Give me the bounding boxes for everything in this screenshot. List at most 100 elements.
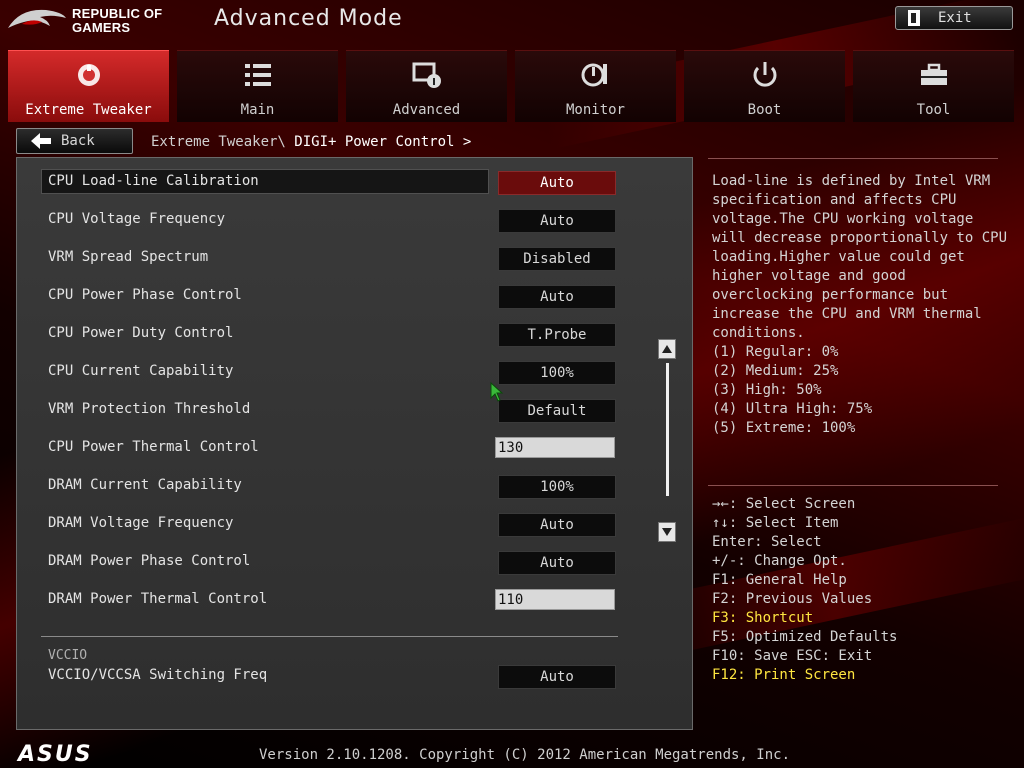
help-level-item: (4) Ultra High: 75% xyxy=(712,401,873,417)
setting-value-dropdown[interactable]: Auto xyxy=(498,285,616,309)
setting-label: VRM Protection Threshold xyxy=(48,401,251,417)
tab-bar: Extreme Tweaker Main Advanced Monitor Bo… xyxy=(8,50,1016,122)
tab-label: Advanced xyxy=(392,102,461,118)
exit-button[interactable]: Exit xyxy=(895,6,1013,30)
tab-extreme-tweaker[interactable]: Extreme Tweaker xyxy=(8,50,169,122)
breadcrumb-path[interactable]: Extreme Tweaker\ xyxy=(151,134,286,150)
setting-value-input[interactable] xyxy=(495,589,615,610)
tab-tool[interactable]: Tool xyxy=(853,50,1014,122)
monitor-icon xyxy=(581,63,607,87)
exit-door-icon xyxy=(908,10,920,26)
setting-row-cpu-power-thermal-control[interactable]: CPU Power Thermal Control xyxy=(41,435,615,461)
help-levels: (1) Regular: 0% (2) Medium: 25% (3) High… xyxy=(712,343,872,438)
setting-value-dropdown[interactable]: T.Probe xyxy=(498,323,616,347)
help-level-item: (3) High: 50% xyxy=(712,382,822,398)
setting-row-cpu-power-duty-control[interactable]: CPU Power Duty Control T.Probe xyxy=(41,321,616,347)
key-hint: Enter: Select xyxy=(712,534,822,550)
setting-label: DRAM Voltage Frequency xyxy=(48,515,234,531)
brand-line2: GAMERS xyxy=(72,20,131,35)
scrollbar-track[interactable] xyxy=(666,363,669,496)
help-level-item: (1) Regular: 0% xyxy=(712,344,839,360)
exit-label: Exit xyxy=(938,10,972,26)
setting-value-dropdown[interactable]: Auto xyxy=(498,513,616,537)
setting-value-dropdown[interactable]: Auto xyxy=(498,171,616,195)
setting-label: CPU Current Capability xyxy=(48,363,234,379)
rog-eye-icon xyxy=(8,9,66,28)
tab-monitor[interactable]: Monitor xyxy=(515,50,676,122)
triangle-down-icon xyxy=(662,528,672,536)
setting-row-dram-voltage-frequency[interactable]: DRAM Voltage Frequency Auto xyxy=(41,511,616,537)
asus-logo: ASUS xyxy=(18,742,93,767)
help-divider xyxy=(708,485,998,486)
breadcrumb: Extreme Tweaker\ DIGI+ Power Control > xyxy=(151,134,471,150)
tab-label: Main xyxy=(240,102,275,118)
key-hint: +/-: Change Opt. xyxy=(712,553,847,569)
setting-value-dropdown[interactable]: 100% xyxy=(498,475,616,499)
tab-main[interactable]: Main xyxy=(177,50,338,122)
tab-label: Extreme Tweaker xyxy=(25,102,152,118)
setting-value-dropdown[interactable]: Auto xyxy=(498,665,616,689)
key-hint: F5: Optimized Defaults xyxy=(712,629,898,645)
tab-label: Monitor xyxy=(565,102,625,118)
power-icon xyxy=(753,62,777,87)
setting-value-dropdown[interactable]: Disabled xyxy=(498,247,616,271)
setting-label: VCCIO/VCCSA Switching Freq xyxy=(48,667,268,683)
header: REPUBLIC OF GAMERS Advanced Mode Exit xyxy=(0,0,1024,44)
setting-row-dram-power-thermal-control[interactable]: DRAM Power Thermal Control xyxy=(41,587,615,613)
setting-row-vrm-protection-threshold[interactable]: VRM Protection Threshold Default xyxy=(41,397,616,423)
brand-line1: REPUBLIC OF xyxy=(72,6,163,21)
key-hint: F10: Save ESC: Exit xyxy=(712,648,873,664)
help-divider xyxy=(708,158,998,159)
back-label: Back xyxy=(61,133,95,149)
tab-label: Tool xyxy=(916,102,951,118)
scroll-up-button[interactable] xyxy=(658,339,676,359)
breadcrumb-current: DIGI+ Power Control > xyxy=(294,134,472,150)
list-icon xyxy=(245,64,271,86)
setting-row-cpu-current-capability[interactable]: CPU Current Capability 100% xyxy=(41,359,616,385)
setting-row-cpu-load-line-calibration[interactable]: CPU Load-line Calibration Auto xyxy=(41,169,616,195)
rog-logo: REPUBLIC OF GAMERS xyxy=(6,4,178,38)
tab-boot[interactable]: Boot xyxy=(684,50,845,122)
tab-advanced[interactable]: Advanced xyxy=(346,50,507,122)
tab-label: Boot xyxy=(747,102,782,118)
setting-label: DRAM Current Capability xyxy=(48,477,242,493)
key-hint-shortcut[interactable]: F3: Shortcut xyxy=(712,609,897,628)
section-header: VCCIO xyxy=(48,648,88,663)
key-hint-print-screen[interactable]: F12: Print Screen xyxy=(712,666,897,685)
setting-row-cpu-voltage-frequency[interactable]: CPU Voltage Frequency Auto xyxy=(41,207,616,233)
setting-value-dropdown[interactable]: Auto xyxy=(498,209,616,233)
settings-panel: CPU Load-line Calibration Auto CPU Volta… xyxy=(16,157,693,730)
setting-row-dram-current-capability[interactable]: DRAM Current Capability 100% xyxy=(41,473,616,499)
key-hint: F1: General Help xyxy=(712,572,847,588)
key-hint: ↑↓: Select Item xyxy=(712,515,839,531)
extreme-tweaker-icon xyxy=(78,64,100,86)
setting-value-input[interactable] xyxy=(495,437,615,458)
setting-label: DRAM Power Phase Control xyxy=(48,553,251,569)
advanced-icon xyxy=(412,62,441,88)
setting-row-vrm-spread-spectrum[interactable]: VRM Spread Spectrum Disabled xyxy=(41,245,616,271)
help-description: Load-line is defined by Intel VRM specif… xyxy=(712,173,1008,341)
setting-label: CPU Load-line Calibration xyxy=(48,173,259,189)
help-level-item: (5) Extreme: 100% xyxy=(712,420,856,436)
setting-value-dropdown[interactable]: Default xyxy=(498,399,616,423)
help-level-item: (2) Medium: 25% xyxy=(712,363,839,379)
section-divider xyxy=(41,636,618,637)
setting-label: DRAM Power Thermal Control xyxy=(48,591,268,607)
version-text: Version 2.10.1208. Copyright (C) 2012 Am… xyxy=(259,747,791,763)
setting-label: CPU Voltage Frequency xyxy=(48,211,226,227)
setting-label: VRM Spread Spectrum xyxy=(48,249,209,265)
setting-row-vccio-vccsa-switching-freq[interactable]: VCCIO/VCCSA Switching Freq Auto xyxy=(41,663,616,689)
setting-row-cpu-power-phase-control[interactable]: CPU Power Phase Control Auto xyxy=(41,283,616,309)
key-hint: F2: Previous Values xyxy=(712,591,873,607)
setting-row-dram-power-phase-control[interactable]: DRAM Power Phase Control Auto xyxy=(41,549,616,575)
setting-value-dropdown[interactable]: Auto xyxy=(498,551,616,575)
setting-label: CPU Power Phase Control xyxy=(48,287,242,303)
triangle-up-icon xyxy=(662,345,672,353)
key-legend: →←: Select Screen ↑↓: Select Item Enter:… xyxy=(712,495,897,685)
back-button[interactable]: Back xyxy=(16,128,133,154)
scroll-down-button[interactable] xyxy=(658,522,676,542)
setting-label: CPU Power Duty Control xyxy=(48,325,234,341)
mouse-cursor-icon xyxy=(490,382,504,402)
setting-value-dropdown[interactable]: 100% xyxy=(498,361,616,385)
setting-label: CPU Power Thermal Control xyxy=(48,439,259,455)
